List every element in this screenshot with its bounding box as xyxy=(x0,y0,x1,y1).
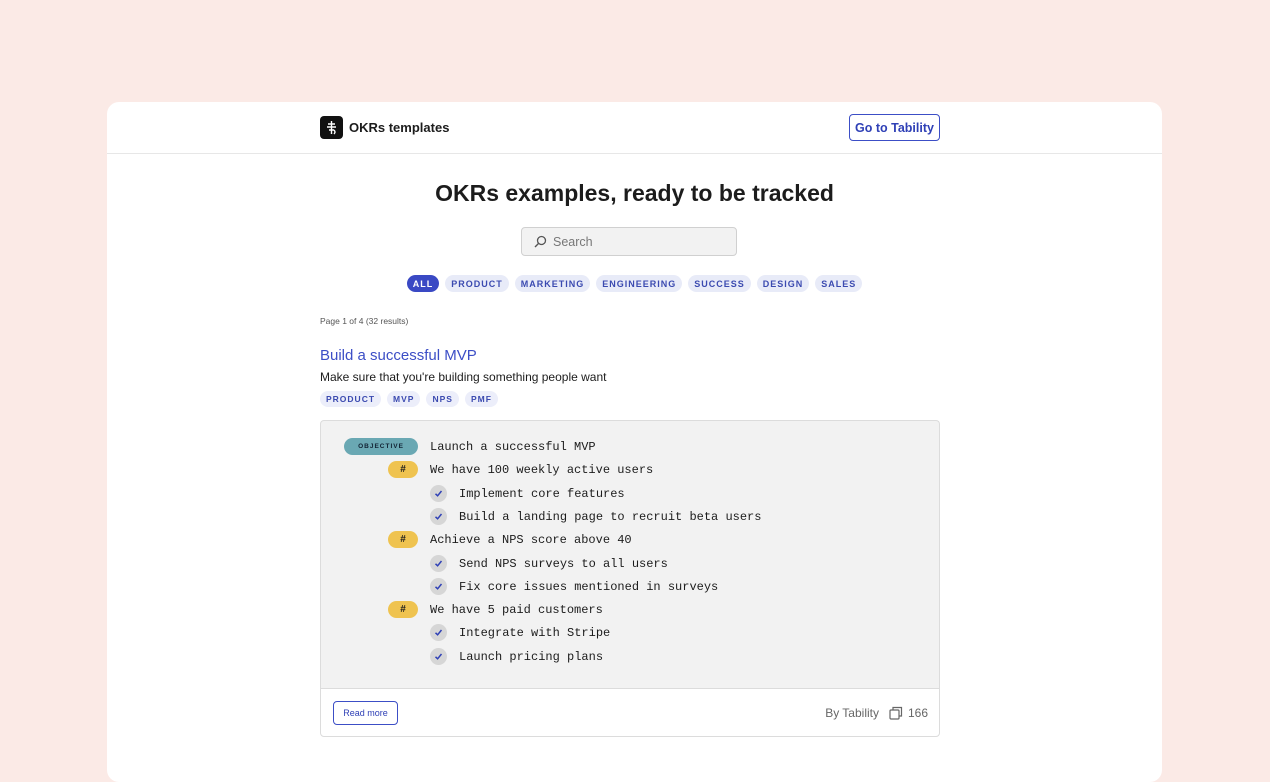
template-title-link[interactable]: Build a successful MVP xyxy=(320,347,477,364)
objective-badge: OBJECTIVE xyxy=(344,438,418,455)
check-icon xyxy=(430,624,447,642)
top-bar: OKRs templates Go to Tability xyxy=(107,102,1162,154)
key-result-badge: # xyxy=(388,531,418,549)
template-subtitle: Make sure that you're building something… xyxy=(320,370,607,384)
check-icon xyxy=(430,507,447,525)
initiative-text: Fix core issues mentioned in surveys xyxy=(459,579,719,594)
copy-icon xyxy=(889,706,903,720)
check-icon xyxy=(430,484,447,502)
filter-engineering[interactable]: ENGINEERING xyxy=(596,275,683,292)
read-more-button[interactable]: Read more xyxy=(333,701,398,725)
okr-footer: Read more By Tability 166 xyxy=(320,688,940,737)
key-result-text: We have 5 paid customers xyxy=(430,603,603,618)
filter-marketing[interactable]: MARKETING xyxy=(514,275,591,292)
search-input[interactable] xyxy=(551,233,725,250)
author-label: By Tability xyxy=(825,706,879,720)
template-tags: PRODUCT MVP NPS PMF xyxy=(320,391,498,407)
go-to-tability-button[interactable]: Go to Tability xyxy=(849,114,940,141)
copy-count: 166 xyxy=(907,706,928,720)
pagination-info: Page 1 of 4 (32 results) xyxy=(320,316,409,326)
okr-preview: OBJECTIVE Launch a successful MVP # We have… xyxy=(320,420,940,688)
category-filters: ALL PRODUCT MARKETING ENGINEERING SUCCESS DES… xyxy=(107,275,1162,292)
key-result-badge: # xyxy=(388,461,418,479)
key-result-text: Achieve a NPS score above 40 xyxy=(430,533,632,548)
template-tag[interactable]: PMF xyxy=(464,391,498,407)
template-tag[interactable]: PRODUCT xyxy=(320,391,382,407)
search-box[interactable] xyxy=(521,227,737,256)
objective-text: Launch a successful MVP xyxy=(430,440,596,454)
filter-sales[interactable]: SALES xyxy=(815,275,863,292)
brand-name[interactable]: OKRs templates xyxy=(349,120,449,135)
key-result-badge: # xyxy=(388,601,418,619)
template-tag[interactable]: MVP xyxy=(387,391,421,407)
tability-logo-icon[interactable] xyxy=(320,116,343,139)
initiative-text: Build a landing page to recruit beta use… xyxy=(459,509,762,524)
search-icon xyxy=(534,235,547,248)
filter-all[interactable]: ALL xyxy=(406,275,440,292)
initiative-text: Integrate with Stripe xyxy=(459,626,611,641)
main-card: OKRs templates Go to Tability OKRs examp… xyxy=(107,102,1162,782)
template-tag[interactable]: NPS xyxy=(426,391,459,407)
initiative-text: Send NPS surveys to all users xyxy=(459,556,668,571)
key-result-text: We have 100 weekly active users xyxy=(430,463,654,478)
filter-design[interactable]: DESIGN xyxy=(756,275,810,292)
check-icon xyxy=(430,554,447,572)
filter-product[interactable]: PRODUCT xyxy=(445,275,509,292)
page-title: OKRs examples, ready to be tracked xyxy=(435,180,834,206)
initiative-text: Launch pricing plans xyxy=(459,649,604,664)
check-icon xyxy=(430,577,447,595)
filter-success[interactable]: SUCCESS xyxy=(688,275,751,292)
check-icon xyxy=(430,647,447,665)
initiative-text: Implement core features xyxy=(459,486,625,501)
